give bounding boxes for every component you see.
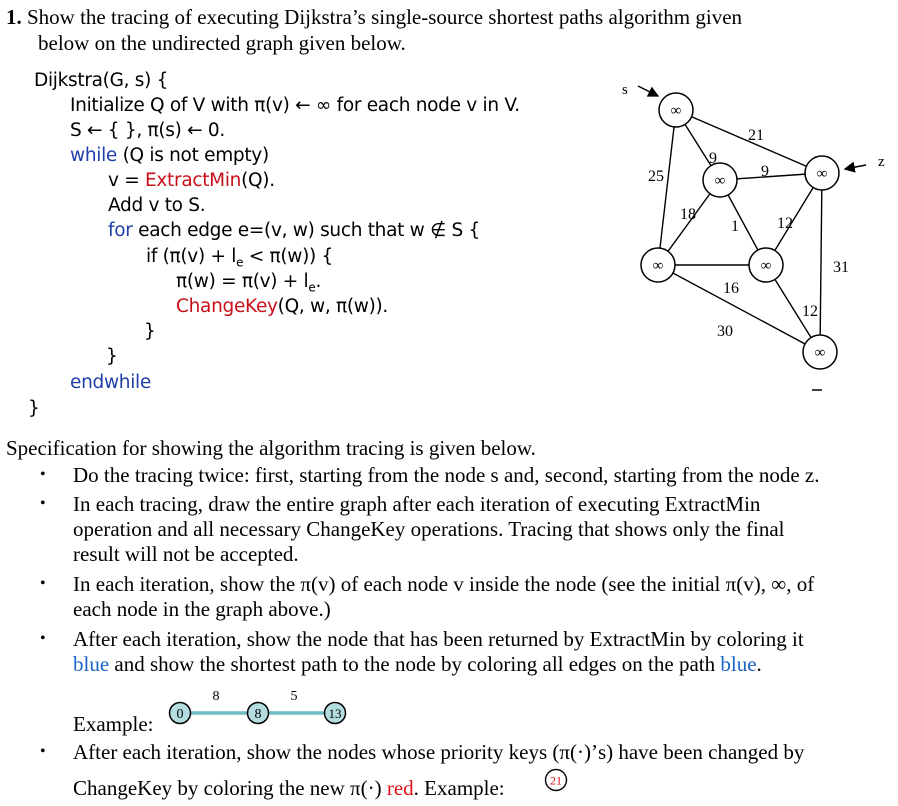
spec-bullet-2-line2: operation and all necessary ChangeKey op… bbox=[73, 517, 785, 541]
bullet: • bbox=[40, 575, 46, 592]
graph-node-b: ∞ bbox=[802, 334, 838, 370]
changed-key-value: 21 bbox=[550, 774, 562, 788]
spec-bullet-2-line1: In each tracing, draw the entire graph a… bbox=[73, 492, 761, 516]
example-weight: 5 bbox=[291, 689, 298, 704]
spec-bullet-5-line1: After each iteration, show the nodes who… bbox=[73, 740, 805, 764]
spec-intro: Specification for showing the algorithm … bbox=[6, 436, 536, 460]
node-value: ∞ bbox=[671, 103, 682, 119]
edge-weight: 30 bbox=[717, 323, 733, 340]
label-s: s bbox=[622, 82, 628, 98]
edge-weight: 12 bbox=[802, 303, 818, 320]
spec-bullet-3-line2: each node in the graph above.) bbox=[73, 597, 331, 621]
example-node: 8 bbox=[246, 701, 270, 725]
example-path-diagram: 8 5 0 8 13 bbox=[168, 689, 347, 725]
svg-text:0: 0 bbox=[177, 707, 184, 722]
spec-bullet-1: Do the tracing twice: first, starting fr… bbox=[73, 463, 820, 487]
edge-weight: 16 bbox=[723, 280, 739, 297]
edge-weight: 9 bbox=[761, 163, 769, 180]
graph-diagram: 21925 9181 1231163012 ∞∞ ∞∞ ∞∞ s z bbox=[622, 82, 885, 391]
edge-weight: 31 bbox=[833, 259, 849, 276]
example-weight: 8 bbox=[213, 689, 220, 704]
edge-weight: 25 bbox=[648, 168, 664, 185]
node-value: ∞ bbox=[815, 345, 826, 361]
graph-node-s: ∞ bbox=[658, 92, 694, 128]
graph-node-l: ∞ bbox=[640, 247, 676, 283]
edge-weight: 12 bbox=[777, 215, 793, 232]
spec-bullet-5-line2: ChangeKey by coloring the new π(·) red. … bbox=[73, 776, 505, 800]
example-node: 13 bbox=[323, 701, 347, 725]
spec-bullet-4-line2: blue and show the shortest path to the n… bbox=[73, 652, 762, 676]
example-changed-node: 21 bbox=[544, 768, 568, 792]
edge-weight: 18 bbox=[680, 206, 696, 223]
node-value: ∞ bbox=[715, 173, 726, 189]
graph-node-c: ∞ bbox=[748, 247, 784, 283]
example-node: 0 bbox=[168, 701, 192, 725]
start-arrow-s bbox=[637, 85, 660, 97]
blue-word: blue bbox=[720, 652, 757, 676]
edge-weight: 21 bbox=[748, 127, 764, 144]
graph-edge-z-b bbox=[819, 172, 823, 353]
node-value: ∞ bbox=[817, 166, 828, 182]
spec-bullet-3-line1: In each iteration, show the π(v) of each… bbox=[73, 572, 815, 596]
start-arrow-z bbox=[843, 161, 867, 173]
node-value: ∞ bbox=[653, 258, 664, 274]
graph-node-m: ∞ bbox=[702, 162, 738, 198]
red-word: red bbox=[386, 776, 414, 800]
svg-text:8: 8 bbox=[255, 707, 262, 722]
graph-edge-l-b bbox=[657, 264, 821, 353]
blue-word: blue bbox=[73, 652, 110, 676]
node-value: ∞ bbox=[761, 258, 772, 274]
bullet: • bbox=[40, 743, 46, 760]
label-z: z bbox=[878, 154, 885, 170]
example-label-1: Example: bbox=[73, 712, 154, 736]
spec-bullet-4-line1: After each iteration, show the node that… bbox=[73, 627, 804, 651]
svg-text:13: 13 bbox=[329, 706, 342, 721]
graph-node-z: ∞ bbox=[804, 155, 840, 191]
spec-bullet-2-line3: result will not be accepted. bbox=[73, 542, 299, 566]
bullet: • bbox=[40, 466, 46, 483]
edge-weight: 1 bbox=[731, 218, 739, 235]
graph-edge-s-l bbox=[657, 109, 677, 266]
bullet: • bbox=[40, 495, 46, 512]
bullet: • bbox=[40, 630, 46, 647]
